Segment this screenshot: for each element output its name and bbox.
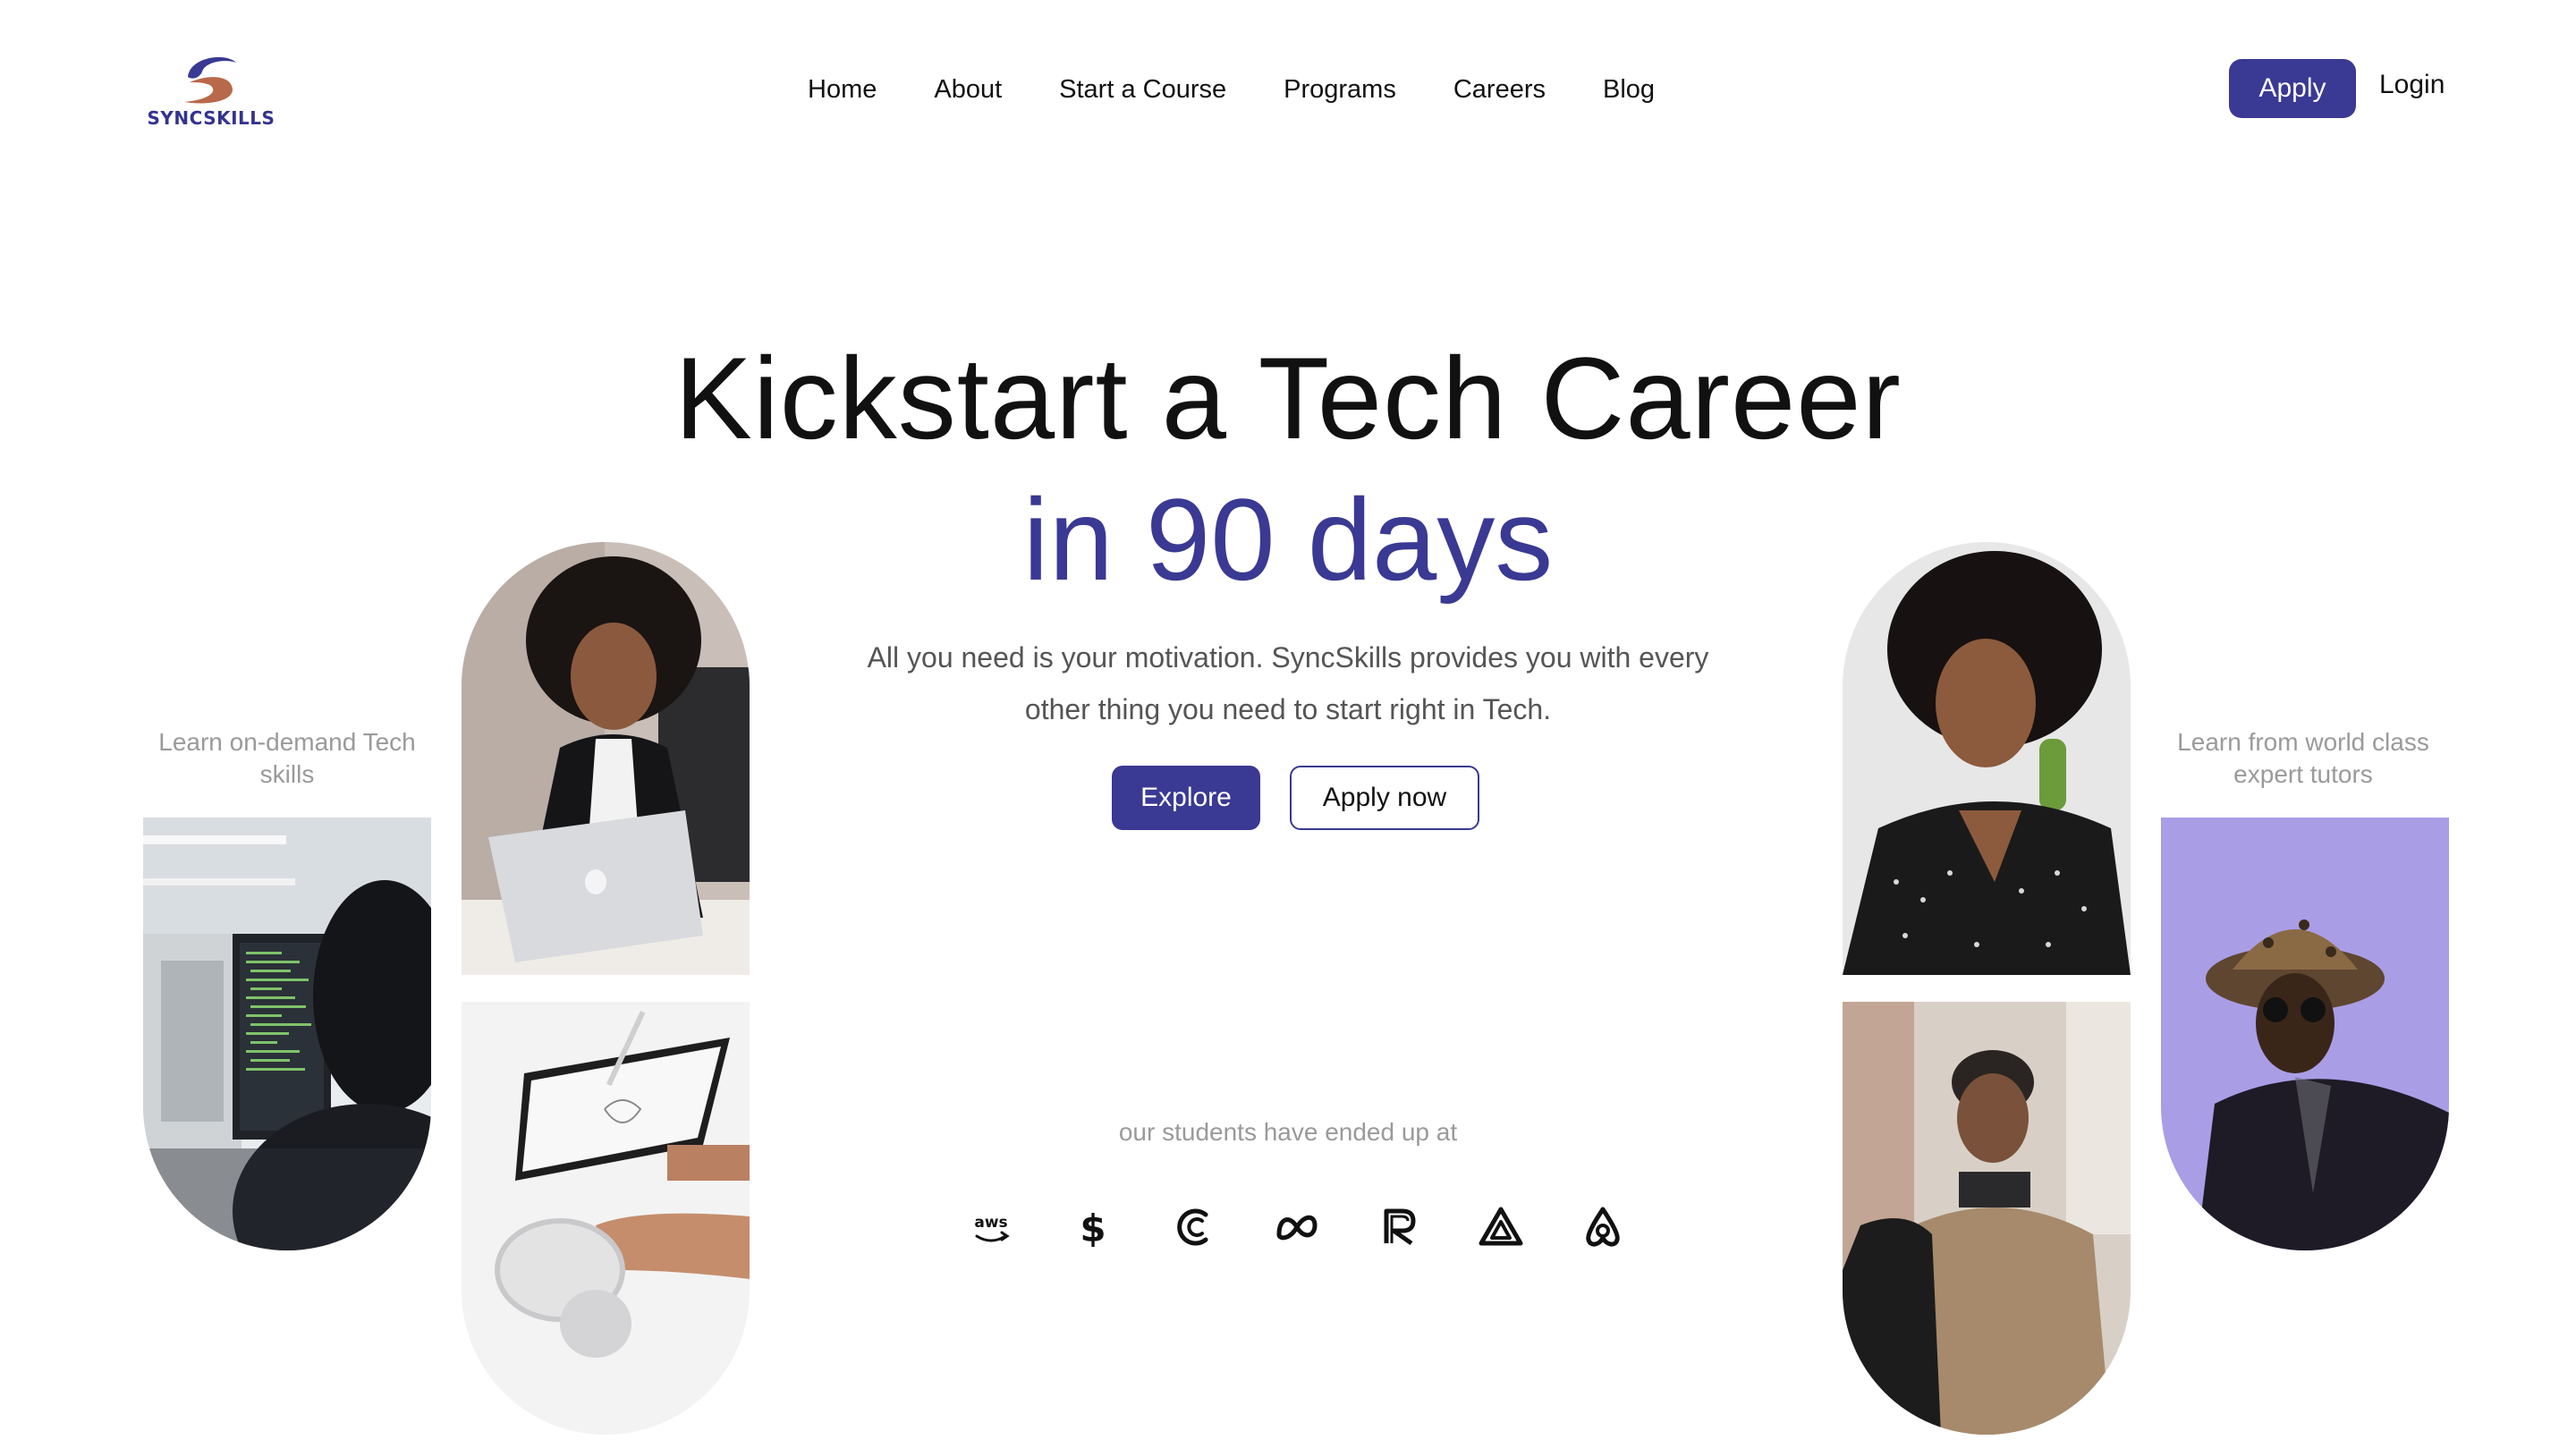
students-label: our students have ended up at — [1118, 1118, 1458, 1146]
partner-logos: aws $ — [966, 1202, 1628, 1252]
image-man-bucket-hat — [2161, 818, 2449, 1250]
svg-text:$: $ — [1080, 1207, 1106, 1250]
image-man-backpack — [1843, 1002, 2131, 1435]
aws-icon: aws — [974, 1214, 1010, 1242]
image-tablet-headphones — [462, 1002, 750, 1435]
main-nav: Home About Start a Course Programs Caree… — [808, 70, 1655, 109]
brand-name: SYNCSKILLS — [147, 107, 275, 129]
nav-home[interactable]: Home — [808, 75, 877, 105]
explore-button[interactable]: Explore — [1112, 766, 1260, 830]
caption-on-demand: Learn on-demand Tech skills — [158, 728, 416, 788]
svg-text:aws: aws — [974, 1214, 1007, 1232]
nav-careers[interactable]: Careers — [1453, 75, 1546, 105]
triangle-logo-icon — [1479, 1207, 1523, 1246]
brand-logo[interactable]: SYNCSKILLS — [143, 50, 279, 131]
nav-about[interactable]: About — [934, 75, 1002, 105]
c-logo-icon — [1177, 1208, 1208, 1246]
nav-blog[interactable]: Blog — [1603, 75, 1655, 105]
nav-programs[interactable]: Programs — [1284, 75, 1396, 105]
dollar-s-icon: $ — [1080, 1207, 1106, 1250]
login-link[interactable]: Login — [2379, 70, 2445, 100]
meta-icon — [1276, 1215, 1318, 1241]
image-woman-laptop — [462, 542, 750, 975]
apply-button[interactable]: Apply — [2229, 59, 2356, 118]
apply-now-button[interactable]: Apply now — [1290, 766, 1479, 830]
nav-start-a-course[interactable]: Start a Course — [1059, 75, 1226, 105]
hero-subtitle: All you need is your motivation. SyncSki… — [867, 641, 1709, 725]
image-developer-coding — [143, 818, 431, 1250]
caption-expert-tutors: Learn from world class expert tutors — [2177, 728, 2429, 788]
hero-title: Kickstart a Tech Career — [674, 333, 1902, 463]
airbnb-icon — [1586, 1207, 1620, 1247]
syncskills-logo-icon — [184, 56, 236, 104]
image-woman-smiling — [1843, 542, 2131, 975]
hero-title-highlight: in 90 days — [1022, 474, 1554, 605]
r-logo-icon — [1384, 1208, 1416, 1246]
